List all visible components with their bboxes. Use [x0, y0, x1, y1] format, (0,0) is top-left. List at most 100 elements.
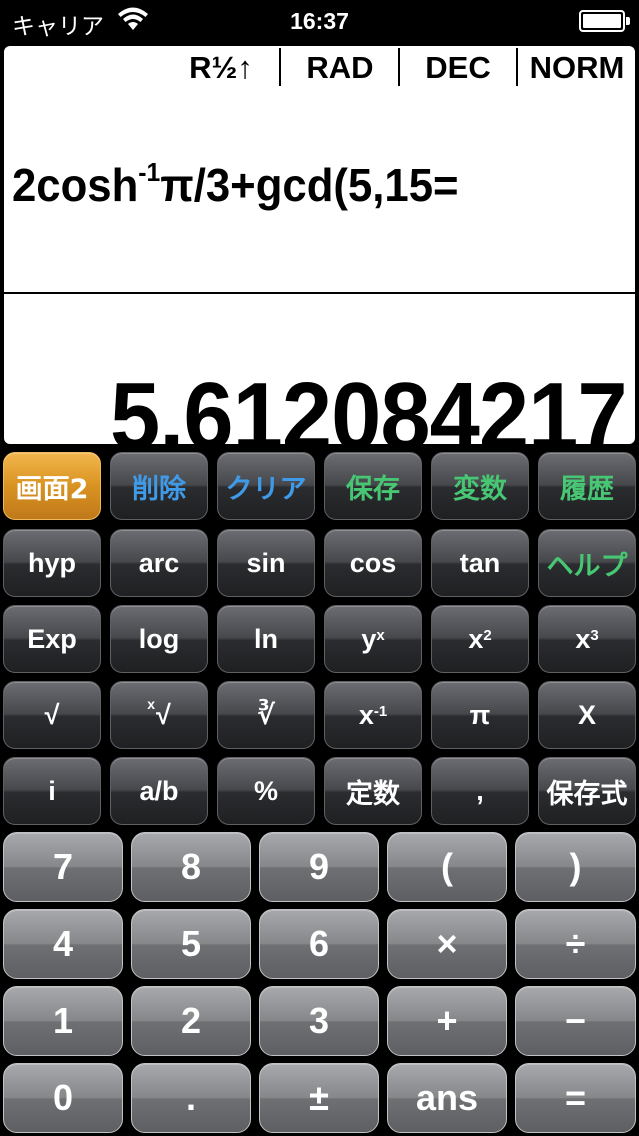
sign-toggle-button[interactable]: ±	[259, 1063, 379, 1133]
tan-label: tan	[459, 547, 501, 578]
sqrt-label: √	[44, 699, 60, 730]
digit-6-button[interactable]: 6	[259, 909, 379, 979]
sign-toggle-label: ±	[309, 1077, 329, 1118]
help-button[interactable]: ヘルプ	[538, 529, 636, 597]
digit-0-button[interactable]: 0	[3, 1063, 123, 1133]
cube-root-label: ∛	[256, 699, 275, 730]
mode-divider	[279, 48, 281, 86]
cube-base: x	[575, 623, 591, 654]
power-button[interactable]: yx	[324, 605, 422, 673]
digit-1-label: 1	[52, 1000, 74, 1041]
status-bar: キャリア 16:37	[0, 0, 639, 42]
plus-button[interactable]: +	[387, 986, 507, 1056]
comma-button[interactable]: ,	[431, 757, 529, 825]
digit-2-button[interactable]: 2	[131, 986, 251, 1056]
digit-1-button[interactable]: 1	[3, 986, 123, 1056]
digit-9-label: 9	[308, 846, 330, 887]
exp-label: Exp	[27, 623, 77, 654]
angle-mode-indicator[interactable]: RAD	[282, 48, 398, 86]
pi-button[interactable]: π	[431, 681, 529, 749]
mode-divider	[516, 48, 518, 86]
format-mode-indicator[interactable]: NORM	[519, 48, 635, 86]
hyp-button[interactable]: hyp	[3, 529, 101, 597]
variables-button[interactable]: 変数	[431, 452, 529, 520]
saved-expressions-label: 保存式	[546, 778, 628, 810]
sin-label: sin	[246, 547, 286, 578]
digit-4-button[interactable]: 4	[3, 909, 123, 979]
mode-divider	[398, 48, 400, 86]
help-label: ヘルプ	[546, 550, 628, 582]
delete-button[interactable]: 削除	[110, 452, 208, 520]
history-button[interactable]: 履歴	[538, 452, 636, 520]
decimal-point-label: .	[185, 1077, 196, 1118]
equals-label: =	[564, 1077, 587, 1118]
base-mode-indicator[interactable]: DEC	[401, 48, 515, 86]
reciprocal-button[interactable]: x -1	[324, 681, 422, 749]
equals-button[interactable]: =	[515, 1063, 636, 1133]
open-paren-button[interactable]: (	[387, 832, 507, 902]
percent-label: %	[253, 775, 278, 806]
multiply-button[interactable]: ×	[387, 909, 507, 979]
square-button[interactable]: x2	[431, 605, 529, 673]
ln-label: ln	[254, 623, 278, 654]
digit-0-label: 0	[52, 1077, 74, 1118]
save-button[interactable]: 保存	[324, 452, 422, 520]
minus-label: −	[564, 1000, 587, 1041]
imaginary-button[interactable]: i	[3, 757, 101, 825]
minus-button[interactable]: −	[515, 986, 636, 1056]
cos-button[interactable]: cos	[324, 529, 422, 597]
nth-root-index: x	[147, 696, 155, 712]
fraction-button[interactable]: a/b	[110, 757, 208, 825]
fraction-label: a/b	[139, 775, 179, 806]
digit-8-button[interactable]: 8	[131, 832, 251, 902]
power-exponent: x	[376, 626, 385, 644]
tan-button[interactable]: tan	[431, 529, 529, 597]
digit-9-button[interactable]: 9	[259, 832, 379, 902]
digit-7-button[interactable]: 7	[3, 832, 123, 902]
power-base: y	[361, 623, 377, 654]
nth-root-label: √	[155, 699, 171, 730]
memory-mode-indicator[interactable]: R½↑	[166, 48, 276, 86]
digit-5-button[interactable]: 5	[131, 909, 251, 979]
square-base: x	[468, 623, 484, 654]
sin-button[interactable]: sin	[217, 529, 315, 597]
expression-line: 2cosh-1π/3+gcd(5,15=	[12, 156, 459, 212]
variable-x-button[interactable]: X	[538, 681, 636, 749]
nth-root-button[interactable]: x √	[110, 681, 208, 749]
pi-label: π	[469, 699, 491, 730]
digit-3-button[interactable]: 3	[259, 986, 379, 1056]
expression-suffix: π/3+gcd(5,15=	[160, 159, 459, 211]
keypad: 画面2 削除 クリア 保存 変数 履歴 hyp arc sin cos tan …	[0, 450, 639, 1136]
log-button[interactable]: log	[110, 605, 208, 673]
screen2-label: 画面2	[15, 473, 89, 505]
close-paren-label: )	[569, 846, 582, 887]
plus-label: +	[436, 1000, 458, 1041]
expression-prefix: 2cosh	[12, 159, 139, 211]
expression-superscript: -1	[138, 156, 161, 187]
constants-button[interactable]: 定数	[324, 757, 422, 825]
battery-icon	[579, 10, 631, 32]
screen2-button[interactable]: 画面2	[3, 452, 101, 520]
reciprocal-exponent: -1	[373, 702, 388, 720]
cube-root-button[interactable]: ∛	[217, 681, 315, 749]
decimal-point-button[interactable]: .	[131, 1063, 251, 1133]
sqrt-button[interactable]: √	[3, 681, 101, 749]
digit-6-label: 6	[308, 923, 330, 964]
clear-button[interactable]: クリア	[217, 452, 315, 520]
constants-label: 定数	[346, 778, 400, 810]
exp-button[interactable]: Exp	[3, 605, 101, 673]
cube-button[interactable]: x3	[538, 605, 636, 673]
ans-button[interactable]: ans	[387, 1063, 507, 1133]
digit-8-label: 8	[180, 846, 202, 887]
digit-2-label: 2	[180, 1000, 202, 1041]
ln-button[interactable]: ln	[217, 605, 315, 673]
digit-4-label: 4	[52, 923, 74, 964]
close-paren-button[interactable]: )	[515, 832, 636, 902]
mode-indicators: R½↑ RAD DEC NORM	[4, 46, 635, 88]
clock: 16:37	[290, 8, 349, 34]
saved-expressions-button[interactable]: 保存式	[538, 757, 636, 825]
arc-button[interactable]: arc	[110, 529, 208, 597]
arc-label: arc	[138, 547, 180, 578]
divide-button[interactable]: ÷	[515, 909, 636, 979]
percent-button[interactable]: %	[217, 757, 315, 825]
